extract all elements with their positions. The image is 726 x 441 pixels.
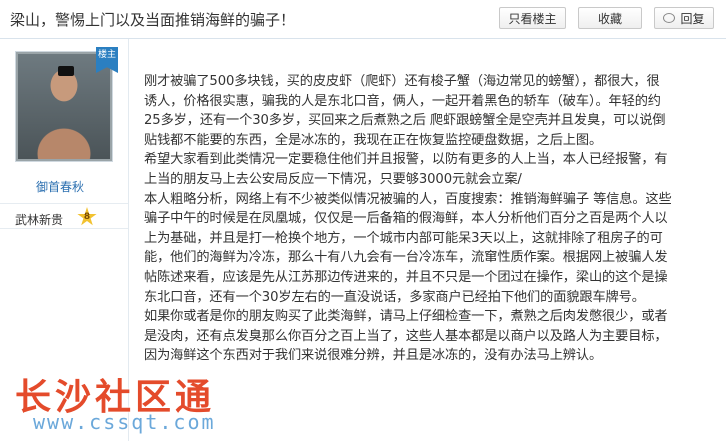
author-username[interactable]: 御首春秋 [0, 178, 120, 195]
post-line: 如果你或者是你的朋友购买了此类海鲜，请马上仔细检查一下，煮熟之后肉发憋很少，或者 [144, 309, 668, 325]
thread-title: 梁山，警惕上门以及当面推销海鲜的骗子！ [10, 11, 296, 29]
rank-title: 武林新贵 [15, 213, 64, 227]
post-line: 东北口音，还有一个30岁左右的一直没说话，多家商户已经拍下他们的面貌跟车牌号。 [144, 289, 645, 305]
phone-in-avatar [58, 66, 74, 76]
post-line: 25多岁，还有一个30多岁，买回来之后煮熟之后 爬虾跟螃蟹全是空壳并且发臭，可以… [144, 113, 666, 129]
post-line: 贴钱都不能要的东西，全是冰冻的，我现在正在恢复监控硬盘数据，之后上图。 [144, 132, 603, 148]
reply-button-label: 回复 [680, 11, 705, 26]
post-line: 骗子中午的时候是在凤凰城，仅仅是一后备箱的假海鲜，本人分析他们百分之百是两个人以 [144, 211, 668, 227]
post-line: 是没肉，还有点发臭那么你百分之百上当了，这些人基本都是以商户以及路人为主要目标， [144, 328, 668, 344]
only-op-button[interactable]: 只看楼主 [499, 7, 566, 29]
post-line: 上为基础，并且是打一枪换个地方，一个城市内部可能呆3天以上，这就排除了租房子的可 [144, 230, 663, 246]
author-sidebar: 楼主 御首春秋 武林新贵 8 [0, 39, 129, 441]
reply-icon [663, 13, 676, 23]
post-line: 刚才被骗了500多块钱，买的皮皮虾（爬虾）还有梭子蟹（海边常见的螃蟹），都很大，… [144, 74, 660, 89]
post-content: 刚才被骗了500多块钱，买的皮皮虾（爬虾）还有梭子蟹（海边常见的螃蟹），都很大，… [144, 72, 716, 366]
post-line: 能，他们的海鲜为冷冻，那么十有八九会有一台冷冻车，流窜性质作案。根据网上被骗人发 [144, 250, 668, 266]
post-line: 诱人，价格很实惠，骗我的人是东北口音，俩人，一起开着黑色的轿车（破车）。年轻的约 [144, 93, 661, 109]
favorite-button[interactable]: 收藏 [578, 7, 642, 29]
post-line: 上当的朋友马上去公安局反应一下情况，只要够3000元就会立案/ [144, 171, 522, 187]
post-line: 因为海鲜这个东西对于我们来说很难分辨，并且是冰冻的，没有办法马上辨认。 [144, 348, 603, 364]
post-line: 希望大家看到此类情况一定要稳住他们并且报警，以防有更多的人上当，本人已经报警，有 [144, 152, 668, 168]
post-line: 帖陈述来看，应该是先从江苏那边传进来的，并且不只是一个团过在操作，梁山的这个是操 [144, 269, 668, 285]
thread-header: 梁山，警惕上门以及当面推销海鲜的骗子！ 只看楼主 收藏 回复 [0, 0, 726, 39]
reply-button[interactable]: 回复 [654, 7, 714, 29]
post-line: 本人粗略分析，网络上有不少被类似情况被骗的人，百度搜索：推销海鲜骗子 等信息。这… [144, 191, 672, 207]
